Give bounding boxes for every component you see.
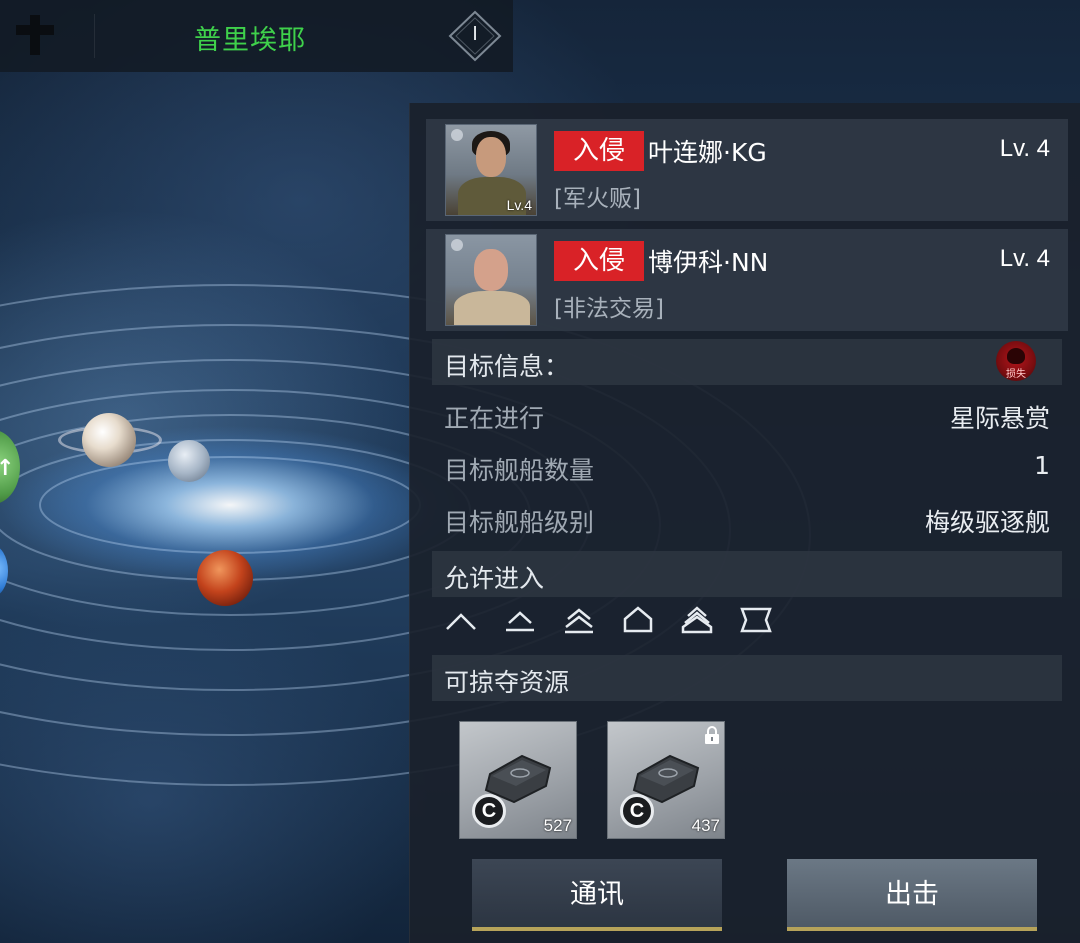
level-badge[interactable]: I — [447, 10, 503, 62]
skull-icon[interactable]: 损失 — [996, 341, 1036, 381]
invade-tag: 入侵 — [554, 241, 644, 281]
battlecruiser-icon[interactable] — [621, 603, 655, 637]
cross-icon[interactable] — [16, 15, 54, 55]
info-row-ship-count: 目标舰船数量 1 — [444, 447, 1050, 487]
player-title: [非法交易] — [554, 296, 664, 322]
player-level: Lv. 4 — [999, 245, 1050, 272]
ship-class-icons — [444, 603, 804, 643]
info-value: 梅级驱逐舰 — [924, 508, 1050, 537]
info-value: 1 — [1034, 451, 1050, 480]
cruiser-icon[interactable] — [562, 603, 596, 637]
info-row-ship-class: 目标舰船级别 梅级驱逐舰 — [444, 499, 1050, 539]
level-badge-label: I — [472, 23, 478, 45]
invade-tag: 入侵 — [554, 131, 644, 171]
player-avatar[interactable]: Lv.4 — [445, 124, 537, 216]
player-title: [军火贩] — [554, 186, 641, 212]
invasion-panel: Lv.4 入侵 叶连娜·KG [军火贩] Lv. 4 入侵 博伊科·NN [非法… — [409, 103, 1080, 943]
coin-icon: C — [620, 794, 654, 828]
auxiliary-ship-icon[interactable] — [739, 603, 773, 637]
section-title: 可掠夺资源 — [444, 668, 570, 697]
loot-header: 可掠夺资源 — [432, 655, 1062, 701]
loot-item[interactable]: C 437 — [607, 721, 725, 839]
player-name: 博伊科·NN — [648, 248, 769, 277]
info-label: 目标舰船数量 — [444, 456, 595, 485]
loot-count: 437 — [691, 816, 720, 835]
frigate-icon[interactable] — [444, 603, 478, 637]
player-name: 叶连娜·KG — [648, 138, 767, 167]
section-title: 允许进入 — [444, 564, 545, 593]
up-arrow-icon: ↑ — [0, 456, 15, 481]
info-label: 目标舰船级别 — [444, 508, 595, 537]
attack-button[interactable]: 出击 — [787, 859, 1037, 931]
coin-icon: C — [472, 794, 506, 828]
section-title: 目标信息： — [444, 352, 570, 381]
communicate-button[interactable]: 通讯 — [472, 859, 722, 931]
info-value: 星际悬赏 — [949, 404, 1050, 433]
player-avatar[interactable] — [445, 234, 537, 326]
top-bar: 普里埃耶 I — [0, 0, 513, 72]
faction-icon — [451, 129, 463, 141]
player-row[interactable]: 入侵 博伊科·NN [非法交易] Lv. 4 — [426, 229, 1068, 331]
divider — [94, 14, 95, 58]
player-level: Lv. 4 — [999, 135, 1050, 162]
player-row[interactable]: Lv.4 入侵 叶连娜·KG [军火贩] Lv. 4 — [426, 119, 1068, 221]
allowed-entry-header: 允许进入 — [432, 551, 1062, 597]
ringed-planet[interactable] — [82, 413, 136, 467]
small-planet[interactable] — [168, 440, 210, 482]
destroyer-icon[interactable] — [503, 603, 537, 637]
location-name: 普里埃耶 — [194, 25, 306, 56]
loot-count: 527 — [543, 816, 572, 835]
info-label: 正在进行 — [444, 404, 545, 433]
lock-icon — [705, 726, 719, 744]
target-info-header: 目标信息： 损失 — [432, 339, 1062, 385]
faction-icon — [451, 239, 463, 251]
avatar-level: Lv.4 — [506, 197, 532, 213]
loot-item[interactable]: C 527 — [459, 721, 577, 839]
red-planet[interactable] — [197, 550, 253, 606]
info-row-activity: 正在进行 星际悬赏 — [444, 395, 1050, 435]
aircraft-carrier-icon[interactable] — [680, 603, 714, 637]
status-label: 损失 — [1006, 369, 1026, 380]
